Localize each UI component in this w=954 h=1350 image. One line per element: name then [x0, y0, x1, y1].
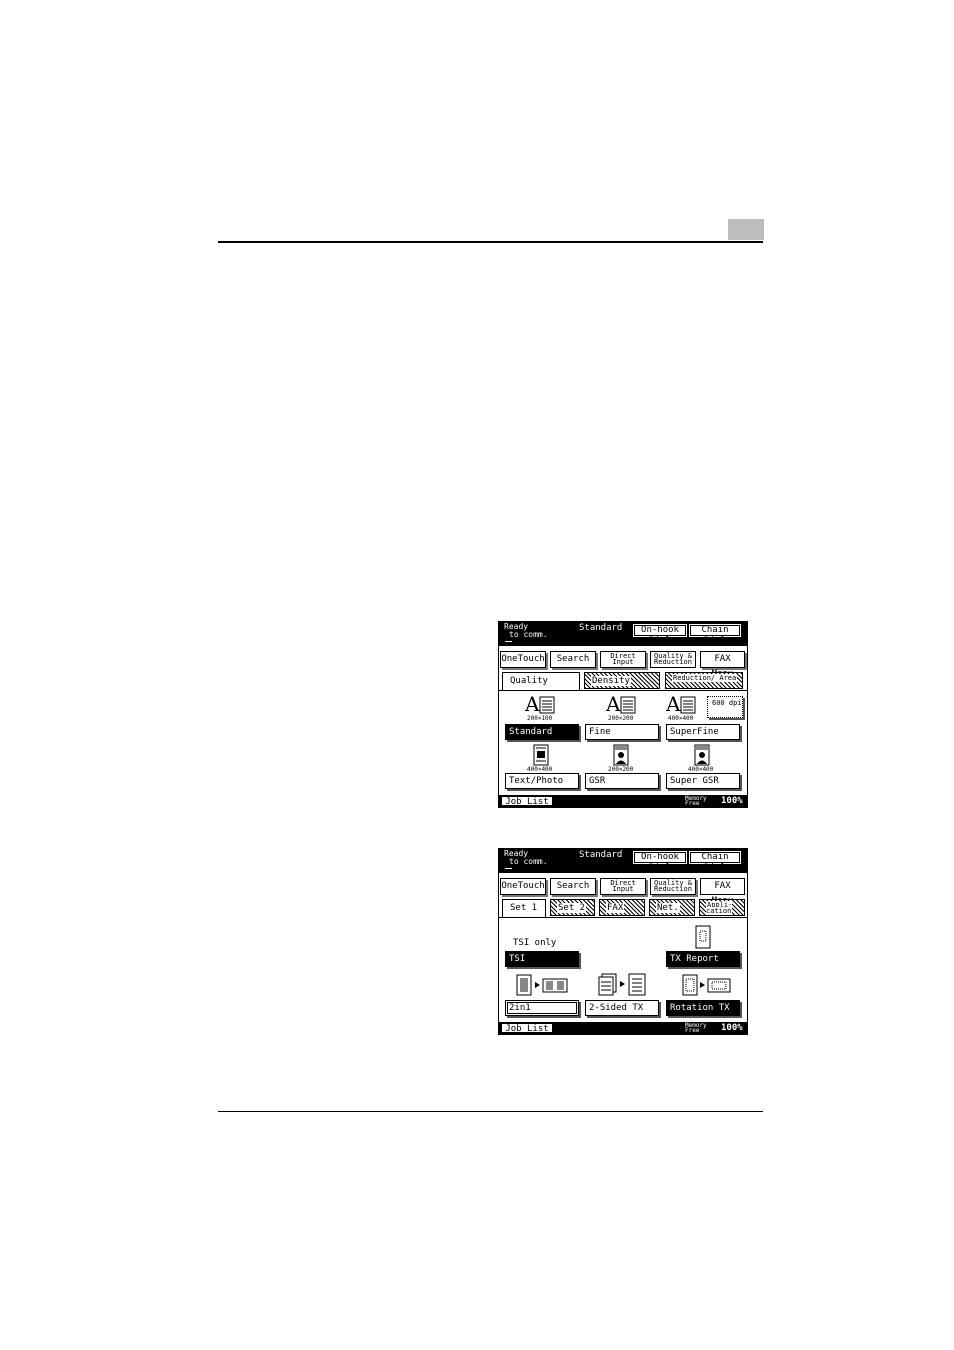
- memory-free-percent: 100%: [721, 796, 743, 806]
- two-sided-tx-icon: [598, 973, 646, 996]
- chain-dial-button[interactable]: Chain Dial: [689, 851, 741, 873]
- mode-label: Standard: [579, 850, 623, 860]
- chain-dial-button[interactable]: Chain Dial: [689, 624, 741, 646]
- input-cursor: [505, 868, 512, 869]
- resolution-label: 200×200: [608, 715, 634, 722]
- memory-label: Memory Free: [685, 1022, 707, 1034]
- text-a-document-icon: A: [525, 694, 555, 716]
- two-in-one-icon: [516, 974, 568, 996]
- super-gsr-button[interactable]: Super GSR: [666, 773, 740, 789]
- resolution-label: 400×400: [668, 715, 694, 722]
- panel-rule: [499, 690, 747, 691]
- tab-fax[interactable]: FAX: [599, 899, 645, 916]
- svg-text:A: A: [525, 694, 540, 716]
- text-photo-button[interactable]: Text/Photo: [505, 773, 579, 789]
- menu-quality-reduction[interactable]: Quality & Reduction: [650, 651, 696, 668]
- fine-button[interactable]: Fine: [585, 724, 659, 740]
- text-photo-icon: [533, 744, 549, 766]
- menu-onetouch[interactable]: OneTouch: [500, 878, 546, 895]
- status-bar: Ready to comm. Standard On-hook Dial Chai…: [499, 622, 747, 646]
- memory-free-percent: 100%: [721, 1023, 743, 1033]
- bottom-bar: Job List Memory Free 100%: [499, 1022, 747, 1034]
- chapter-tab: [728, 219, 764, 240]
- two-in-one-button[interactable]: 2in1: [505, 1000, 579, 1016]
- job-list-button[interactable]: Job List: [501, 796, 553, 807]
- two-sided-tx-button[interactable]: 2-Sided TX: [585, 1000, 659, 1016]
- rotation-tx-button[interactable]: Rotation TX: [666, 1000, 740, 1016]
- menu-direct-input[interactable]: Direct Input: [600, 878, 646, 895]
- onhook-dial-button[interactable]: On-hook Dial: [633, 624, 687, 646]
- status-bar: Ready to comm. Standard On-hook Dial Chai…: [499, 849, 747, 873]
- text-a-document-icon: A: [606, 694, 636, 716]
- menu-onetouch[interactable]: OneTouch: [500, 651, 546, 668]
- tab-set-1[interactable]: Set 1: [502, 899, 546, 918]
- job-list-button[interactable]: Job List: [501, 1023, 553, 1034]
- menu-search[interactable]: Search: [550, 651, 596, 668]
- gsr-button[interactable]: GSR: [585, 773, 659, 789]
- tab-bar: Set 1 Set 2 FAX Net. Appli- cation: [499, 899, 747, 918]
- text-a-document-icon: A: [666, 694, 696, 716]
- ready-status: Ready to comm.: [504, 849, 548, 866]
- svg-text:A: A: [606, 694, 621, 716]
- tab-quality[interactable]: Quality: [502, 672, 580, 691]
- input-cursor: [505, 641, 512, 642]
- tab-net[interactable]: Net.: [649, 899, 695, 916]
- tab-set-2[interactable]: Set 2: [550, 899, 595, 916]
- resolution-label: 200×100: [527, 715, 553, 722]
- menu-direct-input[interactable]: Direct Input: [600, 651, 646, 668]
- mode-label: Standard: [579, 623, 623, 633]
- tsi-button[interactable]: TSI: [505, 951, 579, 967]
- tab-density[interactable]: Density: [584, 672, 660, 689]
- svg-text:A: A: [666, 694, 681, 716]
- menu-search[interactable]: Search: [550, 878, 596, 895]
- tx-report-document-icon: [695, 925, 711, 949]
- photo-person-icon: [694, 744, 710, 766]
- photo-person-icon: [613, 744, 629, 766]
- menu-quality-reduction[interactable]: Quality & Reduction: [650, 878, 696, 895]
- header-rule: [218, 241, 763, 243]
- standard-button[interactable]: Standard: [505, 724, 579, 740]
- tx-report-button[interactable]: TX Report: [666, 951, 740, 967]
- panel-rule: [499, 917, 747, 918]
- fax-quality-screen: Ready to comm. Standard On-hook Dial Chai…: [498, 621, 748, 808]
- footer-rule: [218, 1111, 763, 1112]
- fax-menu-screen: Ready to comm. Standard On-hook Dial Chai…: [498, 848, 748, 1035]
- ready-status: Ready to comm.: [504, 622, 548, 639]
- onhook-dial-button[interactable]: On-hook Dial: [633, 851, 687, 873]
- tsi-only-label: TSI only: [513, 938, 557, 948]
- tab-application[interactable]: Appli- cation: [699, 899, 745, 916]
- tab-reduction-area[interactable]: Reduction/ Area: [665, 672, 743, 689]
- rotation-tx-icon: [682, 974, 731, 996]
- memory-label: Memory Free: [685, 795, 707, 807]
- dpi-600-button[interactable]: 600 dpi: [707, 696, 743, 718]
- menu-fax-menu[interactable]: FAX Menu: [700, 878, 745, 906]
- superfine-button[interactable]: SuperFine: [666, 724, 740, 740]
- bottom-bar: Job List Memory Free 100%: [499, 795, 747, 807]
- menu-fax-menu[interactable]: FAX Menu: [700, 651, 745, 679]
- tab-bar: Quality Density Reduction/ Area: [499, 672, 747, 691]
